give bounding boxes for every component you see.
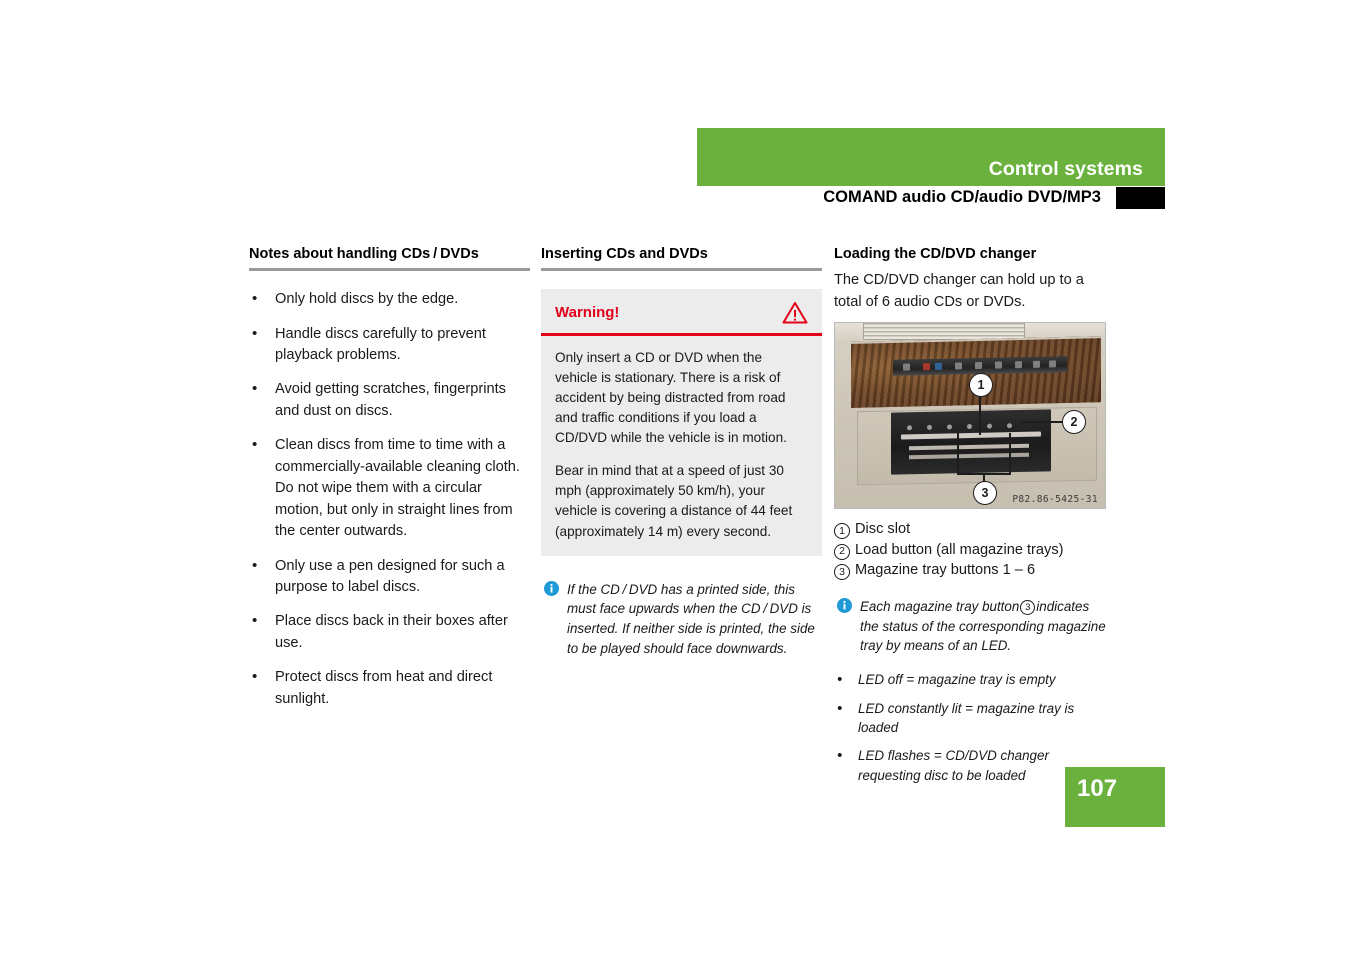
page-number: 107 bbox=[1077, 775, 1118, 802]
info-note-middle: If the CD / DVD has a printed side, this… bbox=[541, 580, 822, 659]
list-item: LED constantly lit = magazine tray is lo… bbox=[834, 698, 1106, 738]
warning-body: Only insert a CD or DVD when the vehicle… bbox=[541, 336, 822, 556]
info-note-text-before: Each magazine tray button bbox=[860, 599, 1020, 615]
legend-label: Magazine tray buttons 1 – 6 bbox=[855, 562, 1036, 579]
left-column-heading: Notes about handling CDs / DVDs bbox=[249, 246, 479, 262]
right-column-heading: Loading the CD/DVD changer bbox=[834, 246, 1037, 262]
column-left: Notes about handling CDs / DVDs Only hol… bbox=[249, 245, 530, 723]
list-item: Only use a pen designed for such a purpo… bbox=[249, 555, 530, 599]
warning-header: Warning! bbox=[541, 289, 822, 333]
list-item: Only hold discs by the edge. bbox=[249, 288, 530, 311]
right-column-intro: The CD/DVD changer can hold up to a tota… bbox=[834, 272, 1084, 310]
column-right: Loading the CD/DVD changer The CD/DVD ch… bbox=[834, 245, 1106, 794]
list-item: Protect discs from heat and direct sunli… bbox=[249, 666, 530, 710]
callout-number-icon: 3 bbox=[834, 564, 850, 581]
legend-label: Disc slot bbox=[855, 521, 911, 537]
info-icon bbox=[837, 598, 852, 619]
chapter-title: Control systems bbox=[988, 158, 1143, 180]
page-number-box: 107 bbox=[1065, 767, 1165, 827]
warning-box: Warning! Only insert a CD or DVD when th… bbox=[541, 289, 822, 556]
figure-code: P82.86-5425-31 bbox=[1012, 494, 1098, 505]
handling-notes-list: Only hold discs by the edge. Handle disc… bbox=[249, 288, 530, 710]
section-title: COMAND audio CD/audio DVD/MP3 bbox=[823, 188, 1101, 206]
warning-triangle-icon bbox=[782, 301, 808, 329]
photo-slot-line-2 bbox=[909, 443, 1029, 451]
info-note-right: Each magazine tray button 3 indicates the … bbox=[834, 597, 1106, 656]
list-item: 2 Load button (all magazine trays) bbox=[834, 541, 1106, 561]
callout-number-icon: 2 bbox=[834, 543, 850, 560]
list-item: 1 Disc slot bbox=[834, 520, 1106, 540]
callout-1: 1 bbox=[969, 373, 993, 397]
callout-number-icon: 1 bbox=[834, 523, 850, 539]
chapter-thumb-tab bbox=[1116, 187, 1165, 209]
leader-line-3a bbox=[957, 433, 959, 475]
photo-changer-unit bbox=[891, 409, 1051, 475]
photo-disc-slot bbox=[901, 431, 1041, 440]
section-header: COMAND audio CD/audio DVD/MP3 bbox=[697, 188, 1165, 210]
callout-2: 2 bbox=[1062, 410, 1086, 434]
figure-legend-list: 1 Disc slot 2 Load button (all magazine … bbox=[834, 520, 1106, 581]
list-item: Clean discs from time to time with a com… bbox=[249, 434, 530, 542]
list-item: Handle discs carefully to prevent playba… bbox=[249, 323, 530, 367]
leader-line-2 bbox=[1021, 421, 1065, 423]
chapter-header-banner: Control systems bbox=[697, 128, 1165, 186]
middle-column-heading: Inserting CDs and DVDs bbox=[541, 246, 708, 262]
warning-paragraph: Bear in mind that at a speed of just 30 … bbox=[555, 463, 793, 539]
list-item: LED off = magazine tray is empty bbox=[834, 669, 1106, 691]
warning-title: Warning! bbox=[555, 304, 620, 322]
info-icon bbox=[544, 580, 559, 602]
column-middle: Inserting CDs and DVDs Warning! Only ins… bbox=[541, 245, 822, 658]
callout-number-icon: 3 bbox=[1020, 600, 1036, 616]
list-item: Place discs back in their boxes after us… bbox=[249, 610, 530, 654]
list-item: Avoid getting scratches, fingerprints an… bbox=[249, 378, 530, 422]
callout-3: 3 bbox=[973, 481, 997, 505]
leader-line-3b bbox=[1009, 433, 1011, 475]
cd-dvd-changer-photo: 1 2 3 P82.86-5425-31 bbox=[834, 322, 1106, 509]
photo-magazine-tray-buttons bbox=[907, 423, 1035, 432]
heading-rule bbox=[249, 268, 530, 272]
warning-paragraph: Only insert a CD or DVD when the vehicle… bbox=[555, 349, 787, 446]
list-item: 3 Magazine tray buttons 1 – 6 bbox=[834, 561, 1106, 581]
info-note-text: If the CD / DVD has a printed side, this… bbox=[567, 581, 815, 656]
legend-label: Load button (all magazine trays) bbox=[855, 541, 1064, 558]
leader-line-1 bbox=[979, 393, 981, 435]
heading-rule bbox=[541, 268, 822, 272]
photo-slot-line-3 bbox=[909, 452, 1029, 460]
